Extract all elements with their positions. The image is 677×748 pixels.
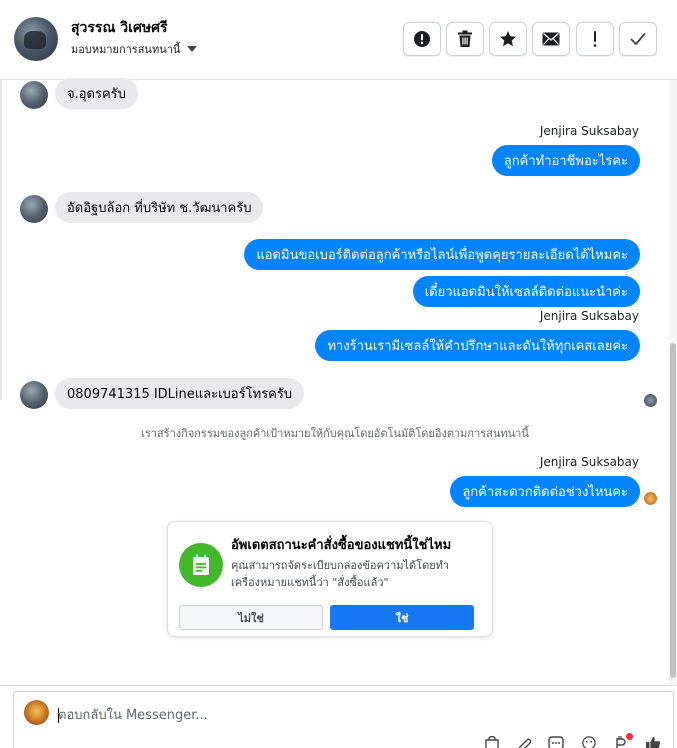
contact-avatar-small — [20, 381, 48, 409]
contact-avatar-small — [20, 195, 48, 223]
incoming-message[interactable]: 0809741315 IDLineและเบอร์โทรครับ — [55, 378, 305, 409]
order-status-card: อัพเดตสถานะคำสั่งซื้อของแชทนี้ใช่ไหม คุณ… — [167, 521, 493, 637]
left-divider — [0, 80, 2, 400]
conversation-header: สุวรรณ วิเศษศรี มอบหมายการสนทนานี้ — [0, 0, 677, 80]
saved-reply-icon[interactable] — [547, 736, 565, 748]
spam-button[interactable] — [576, 22, 614, 56]
order-receipt-icon — [179, 543, 223, 587]
card-title: อัพเดตสถานะคำสั่งซื้อของแชทนี้ใช่ไหม — [231, 538, 452, 553]
thumbs-up-icon[interactable] — [644, 736, 662, 748]
scrollbar-thumb[interactable] — [670, 343, 676, 678]
contact-avatar-small — [20, 81, 48, 109]
chevron-down-icon — [187, 46, 198, 52]
outgoing-message[interactable]: เดี๋ยวแอดมินให้เซลล์ติดต่อแนะนำค่ะ — [412, 276, 640, 307]
contact-name[interactable]: สุวรรณ วิเศษศรี — [71, 17, 167, 39]
seen-avatar — [644, 394, 657, 407]
envelope-icon — [542, 32, 560, 46]
star-button[interactable] — [489, 22, 527, 56]
assign-conversation-dropdown[interactable]: มอบหมายการสนทนานี้ — [71, 40, 198, 58]
reply-composer — [13, 691, 674, 748]
exclamation-circle-icon — [414, 31, 430, 47]
star-icon — [500, 31, 516, 47]
card-description: คุณสามารถจัดระเบียบกล่องข้อความได้โดยทำเ… — [231, 559, 450, 589]
paperclip-icon[interactable] — [515, 736, 533, 748]
sender-name: Jenjira Suksabay — [539, 124, 639, 138]
composer-divider — [0, 685, 677, 686]
incoming-message[interactable]: จ.อุดรครับ — [55, 78, 138, 109]
sender-name: Jenjira Suksabay — [539, 455, 639, 469]
sender-name: Jenjira Suksabay — [539, 309, 639, 323]
emoji-icon[interactable] — [580, 736, 598, 748]
outgoing-message[interactable]: ทางร้านเรามีเซลล์ให้คำปรึกษาและดันให้ทุก… — [315, 330, 640, 361]
done-button[interactable] — [619, 22, 657, 56]
yes-button[interactable]: ใช่ — [330, 605, 474, 630]
system-note: เราสร้างกิจกรรมของลูกค้าเป้าหมายให้กับคุ… — [141, 427, 529, 440]
outgoing-message[interactable]: ลูกค้าสะดวกติดต่อช่วงไหนคะ — [450, 476, 640, 507]
notification-dot — [626, 733, 633, 740]
reply-input[interactable] — [58, 705, 558, 725]
outgoing-message[interactable]: ลูกค้าทำอาชีพอะไรคะ — [491, 145, 640, 176]
delete-button[interactable] — [446, 22, 484, 56]
incoming-message[interactable]: อัดอิฐบล้อก ที่บริษัท ช.วัฒนาครับ — [55, 192, 264, 223]
exclamation-icon — [593, 31, 597, 47]
trash-icon — [458, 30, 472, 47]
no-button[interactable]: ไม่ใช่ — [179, 605, 323, 630]
seen-avatar — [644, 492, 657, 505]
alert-button[interactable] — [403, 22, 441, 56]
mark-unread-button[interactable] — [532, 22, 570, 56]
contact-avatar[interactable] — [14, 17, 58, 61]
checkmark-icon — [630, 33, 646, 45]
assign-label: มอบหมายการสนทนานี้ — [71, 43, 181, 56]
text-cursor — [58, 708, 59, 723]
outgoing-message[interactable]: แอดมินขอเบอร์ติดต่อลูกค้าหรือไลน์เพื่อพู… — [244, 239, 640, 270]
page-avatar — [24, 700, 49, 725]
bag-icon[interactable] — [483, 736, 501, 748]
